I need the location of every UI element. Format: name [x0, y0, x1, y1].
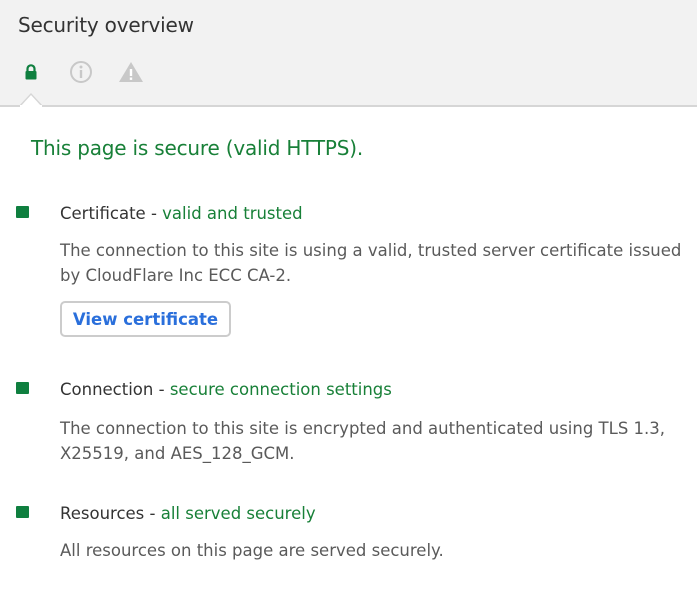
- resources-title: Resources - all served securely: [60, 504, 316, 523]
- secure-status-bullet: [16, 506, 29, 518]
- resources-description: All resources on this page are served se…: [60, 541, 444, 560]
- security-summary: This page is secure (valid HTTPS).: [31, 136, 364, 160]
- certificate-title: Certificate - valid and trusted: [60, 204, 303, 223]
- certificate-status: valid and trusted: [162, 204, 303, 223]
- resources-status: all served securely: [160, 504, 316, 523]
- tab-info[interactable]: [66, 58, 96, 86]
- connection-status: secure connection settings: [169, 380, 392, 399]
- certificate-description: The connection to this site is using a v…: [60, 241, 682, 285]
- secure-status-bullet: [16, 206, 29, 218]
- warning-icon: [119, 62, 143, 82]
- connection-description: The connection to this site is encrypted…: [60, 419, 666, 463]
- tab-security[interactable]: [16, 58, 46, 86]
- tab-warning[interactable]: [116, 58, 146, 86]
- connection-title: Connection - secure connection settings: [60, 380, 392, 399]
- panel-title: Security overview: [18, 13, 194, 37]
- view-certificate-button[interactable]: View certificate: [60, 301, 231, 337]
- security-overview-header: Security overview: [0, 0, 697, 107]
- info-icon: [70, 61, 92, 83]
- lock-icon: [25, 64, 37, 80]
- secure-status-bullet: [16, 382, 29, 394]
